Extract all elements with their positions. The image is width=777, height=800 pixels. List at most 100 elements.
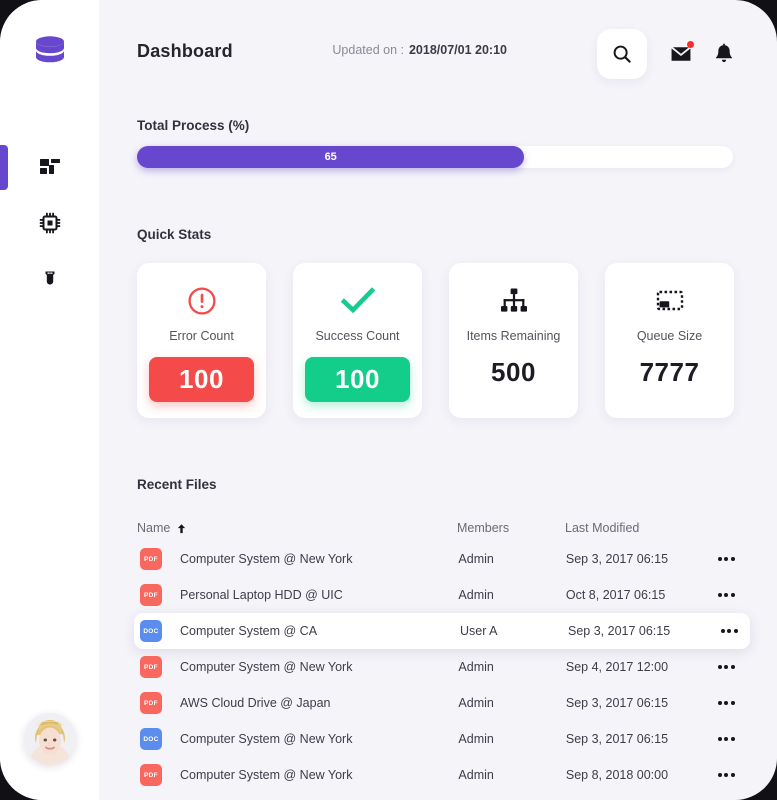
database-icon xyxy=(35,36,64,63)
dashboard-grid-icon xyxy=(39,158,60,174)
stat-card-error-count[interactable]: Error Count 100 xyxy=(137,263,266,418)
page-title: Dashboard xyxy=(137,41,233,61)
search-icon xyxy=(613,45,631,63)
stat-value: 7777 xyxy=(639,357,700,387)
file-type-badge: PDF xyxy=(140,584,162,606)
progress-value-label: 65 xyxy=(324,151,337,163)
messages-button[interactable] xyxy=(667,40,695,68)
app-logo[interactable] xyxy=(0,22,99,82)
more-options-icon xyxy=(705,665,747,669)
table-header-row: Name Members Last Modified xyxy=(137,515,747,541)
stat-value: 100 xyxy=(305,357,410,402)
file-name: Computer System @ CA xyxy=(180,624,318,638)
avatar-photo xyxy=(24,713,76,765)
stat-card-success-count[interactable]: Success Count 100 xyxy=(293,263,422,418)
file-last-modified: Sep 3, 2017 06:15 xyxy=(565,552,669,566)
total-process-bar[interactable]: 65 xyxy=(137,146,733,168)
progress-fill: 65 xyxy=(137,146,525,168)
file-type-badge: DOC xyxy=(140,620,162,642)
column-header-members[interactable]: Members xyxy=(457,521,565,535)
row-actions-button[interactable] xyxy=(705,773,747,777)
more-options-icon xyxy=(705,773,747,777)
bell-icon xyxy=(715,43,733,63)
file-name: Computer System @ New York xyxy=(180,732,353,746)
file-members: Admin xyxy=(458,732,494,746)
file-type-badge: PDF xyxy=(140,692,162,714)
sidebar-nav xyxy=(0,140,99,305)
row-actions-button[interactable] xyxy=(705,557,747,561)
table-row[interactable]: DOC Computer System @ New York Admin Sep 3,… xyxy=(137,721,747,757)
user-avatar[interactable] xyxy=(24,713,76,765)
table-row[interactable]: PDF AWS Cloud Drive @ Japan Admin Sep 3, 20… xyxy=(137,685,747,721)
file-members: Admin xyxy=(458,552,494,566)
file-type-badge: PDF xyxy=(140,656,162,678)
arrow-up-icon xyxy=(178,523,186,533)
table-row[interactable]: DOC Computer System @ CA User A Sep 3, 2017… xyxy=(134,613,750,649)
file-members: Admin xyxy=(458,696,494,710)
recent-files-title: Recent Files xyxy=(137,477,217,492)
table-row[interactable]: PDF Computer System @ New York Admin Sep 8,… xyxy=(137,757,747,793)
file-last-modified: Sep 3, 2017 06:15 xyxy=(565,732,669,746)
selection-box-icon xyxy=(655,282,685,320)
file-last-modified: Sep 8, 2018 00:00 xyxy=(565,768,669,782)
last-updated-value: 2018/07/01 20:10 xyxy=(408,43,507,57)
file-members: Admin xyxy=(458,768,494,782)
sidebar-item-connections[interactable] xyxy=(0,250,99,305)
success-check-icon xyxy=(340,282,375,320)
column-header-name-label: Name xyxy=(137,521,171,535)
row-actions-button[interactable] xyxy=(705,737,747,741)
file-last-modified: Sep 3, 2017 06:15 xyxy=(568,624,671,638)
quick-stats-cards: Error Count 100 Success Count 100 Items … xyxy=(137,263,734,418)
table-body: PDF Computer System @ New York Admin Sep 3,… xyxy=(134,541,750,793)
column-header-last-modified[interactable]: Last Modified xyxy=(565,521,705,535)
notification-badge xyxy=(687,41,694,48)
file-last-modified: Sep 3, 2017 06:15 xyxy=(565,696,669,710)
file-last-modified: Oct 8, 2017 06:15 xyxy=(565,588,666,602)
sidebar-item-dashboard[interactable] xyxy=(0,140,99,195)
stat-label: Error Count xyxy=(169,329,234,343)
file-type-badge: PDF xyxy=(140,764,162,786)
file-members: Admin xyxy=(458,588,494,602)
file-name: AWS Cloud Drive @ Japan xyxy=(180,696,331,710)
row-actions-button[interactable] xyxy=(705,665,747,669)
notifications-button[interactable] xyxy=(710,40,738,68)
file-members: User A xyxy=(460,624,498,638)
table-row[interactable]: PDF Personal Laptop HDD @ UIC Admin Oct 8, … xyxy=(137,577,747,613)
last-updated-label: Updated on : xyxy=(332,43,404,57)
more-options-icon xyxy=(705,737,747,741)
more-options-icon xyxy=(705,701,747,705)
row-actions-button[interactable] xyxy=(708,629,750,633)
page-header: Dashboard Updated on : 2018/07/01 20:10 xyxy=(99,0,777,100)
stat-card-items-remaining[interactable]: Items Remaining 500 xyxy=(449,263,578,418)
plug-connector-icon xyxy=(45,271,54,284)
cpu-chip-icon xyxy=(39,212,60,233)
stat-label: Queue Size xyxy=(636,329,703,343)
main-content: Dashboard Updated on : 2018/07/01 20:10 T… xyxy=(99,0,777,800)
file-type-badge: DOC xyxy=(140,728,162,750)
sidebar xyxy=(0,0,99,800)
file-name: Computer System @ New York xyxy=(180,660,353,674)
stat-card-queue-size[interactable]: Queue Size 7777 xyxy=(605,263,734,418)
total-process-title: Total Process (%) xyxy=(137,118,250,133)
search-button[interactable] xyxy=(597,29,647,79)
sidebar-item-devices[interactable] xyxy=(0,195,99,250)
quick-stats-title: Quick Stats xyxy=(137,227,212,242)
row-actions-button[interactable] xyxy=(705,701,747,705)
stat-label: Items Remaining xyxy=(466,329,561,343)
column-header-name[interactable]: Name xyxy=(137,521,457,535)
file-members: Admin xyxy=(458,660,494,674)
file-name: Computer System @ New York xyxy=(180,552,353,566)
error-exclamation-icon xyxy=(187,282,217,320)
last-updated: Updated on : 2018/07/01 20:10 xyxy=(332,43,507,57)
more-options-icon xyxy=(708,629,750,633)
stat-label: Success Count xyxy=(315,329,400,343)
recent-files-table: Name Members Last Modified PDF Computer S… xyxy=(134,515,750,793)
more-options-icon xyxy=(705,557,747,561)
file-type-badge: PDF xyxy=(140,548,162,570)
table-row[interactable]: PDF Computer System @ New York Admin Sep 3,… xyxy=(137,541,747,577)
active-indicator xyxy=(0,145,8,190)
file-name: Computer System @ New York xyxy=(180,768,353,782)
row-actions-button[interactable] xyxy=(705,593,747,597)
table-row[interactable]: PDF Computer System @ New York Admin Sep 4,… xyxy=(137,649,747,685)
sitemap-icon xyxy=(499,282,529,320)
